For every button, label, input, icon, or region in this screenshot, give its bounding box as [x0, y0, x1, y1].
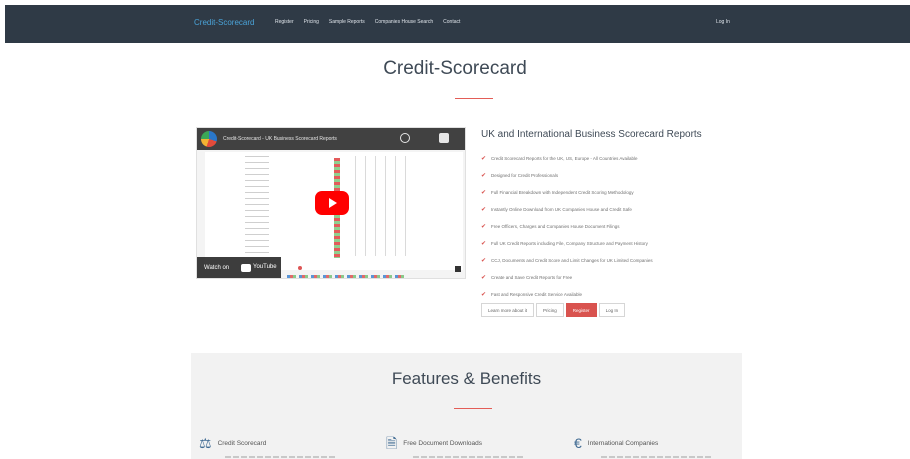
feature-text: Create and Save Credit Reports for Free: [491, 275, 573, 280]
list-item: ✔ CCJ, Documents and Credit Score and Lim…: [481, 252, 653, 269]
register-button[interactable]: Register: [565, 303, 597, 317]
feature-description-placeholder: [601, 456, 711, 458]
feature-text: CCJ, Documents and Credit Score and Limi…: [491, 258, 653, 263]
check-icon: ✔: [481, 189, 487, 196]
nav-link-sample-reports[interactable]: Sample Reports: [329, 19, 365, 25]
features-divider: [454, 408, 492, 409]
feature-list: ✔ Credit Scorecard Reports for the UK, US…: [481, 150, 653, 303]
features-panel: Features & Benefits ⚖ Credit Scorecard 🗎…: [191, 353, 742, 459]
nav-link-companies-house-search[interactable]: Companies House Search: [375, 19, 433, 25]
list-item: ✔ Fast and Responsive Credit Service Avai…: [481, 286, 653, 303]
youtube-play-box: [241, 264, 251, 272]
list-item: ✔ Free Officers, Charges and Companies Ho…: [481, 218, 653, 235]
feature-international-companies: € International Companies: [574, 436, 658, 450]
nav-link-register[interactable]: Register: [275, 19, 294, 25]
brand-link[interactable]: Credit-Scorecard: [194, 18, 254, 27]
reports-heading: UK and International Business Scorecard …: [481, 129, 702, 140]
nav-link-pricing[interactable]: Pricing: [304, 19, 319, 25]
video-embed[interactable]: Credit-Scorecard - UK Business Scorecard…: [196, 127, 466, 279]
login-button[interactable]: Log In: [598, 303, 626, 317]
action-buttons: Learn more about it Pricing Register Log…: [481, 303, 627, 317]
thumbnail-square: [455, 266, 461, 272]
watch-later-icon[interactable]: [400, 133, 410, 143]
scale-icon: ⚖: [199, 435, 212, 451]
youtube-wordmark: YouTube: [253, 264, 277, 270]
page-title: Credit-Scorecard: [383, 58, 527, 79]
check-icon: ✔: [481, 291, 487, 298]
feature-label: Free Document Downloads: [403, 439, 483, 447]
check-icon: ✔: [481, 240, 487, 247]
feature-label: Credit Scorecard: [217, 439, 267, 447]
feature-label: International Companies: [587, 439, 659, 447]
pricing-button[interactable]: Pricing: [536, 303, 564, 317]
list-item: ✔ Create and Save Credit Reports for Free: [481, 269, 653, 286]
feature-text: Free Officers, Charges and Companies Hou…: [491, 224, 620, 229]
share-icon[interactable]: [439, 133, 449, 143]
check-icon: ✔: [481, 206, 487, 213]
feature-credit-scorecard: ⚖ Credit Scorecard: [199, 436, 266, 450]
play-button[interactable]: [315, 191, 349, 215]
top-navbar: Credit-Scorecard Register Pricing Sample…: [5, 5, 910, 43]
document-icon: 🗎: [386, 435, 398, 451]
feature-free-documents: 🗎 Free Document Downloads: [386, 436, 482, 450]
feature-description-placeholder: [225, 456, 335, 458]
watch-on-youtube-button[interactable]: Watch on YouTube: [197, 257, 281, 278]
features-title: Features & Benefits: [391, 369, 542, 388]
play-icon: [329, 198, 337, 208]
learn-more-button[interactable]: Learn more about it: [481, 303, 535, 317]
euro-icon: €: [574, 435, 582, 451]
thumbnail-text-lines: [245, 156, 269, 256]
list-item: ✔ Full Financial Breakdown with Independe…: [481, 184, 653, 201]
feature-text: Credit Scorecard Reports for the UK, US,…: [491, 156, 638, 161]
nav-link-contact[interactable]: Contact: [443, 19, 460, 25]
check-icon: ✔: [481, 274, 487, 281]
feature-description-placeholder: [413, 456, 523, 458]
list-item: ✔ Instantly Online Download from UK Compa…: [481, 201, 653, 218]
thumbnail-taskbar: [287, 275, 407, 278]
feature-text: Designed for Credit Professionals: [491, 173, 559, 178]
thumbnail-marker: [298, 266, 302, 270]
nav-login-link[interactable]: Log In: [716, 19, 730, 25]
check-icon: ✔: [481, 172, 487, 179]
video-header: Credit-Scorecard - UK Business Scorecard…: [197, 128, 465, 150]
feature-text: Fast and Responsive Credit Service Avail…: [491, 292, 582, 297]
feature-text: Instantly Online Download from UK Compan…: [491, 207, 632, 212]
title-divider: [455, 98, 493, 99]
check-icon: ✔: [481, 257, 487, 264]
list-item: ✔ Designed for Credit Professionals: [481, 167, 653, 184]
check-icon: ✔: [481, 155, 487, 162]
list-item: ✔ Credit Scorecard Reports for the UK, US…: [481, 150, 653, 167]
check-icon: ✔: [481, 223, 487, 230]
nav-links: Register Pricing Sample Reports Companie…: [275, 19, 460, 25]
feature-text: Full Financial Breakdown with Independen…: [491, 190, 634, 195]
thumbnail-grid: [355, 156, 415, 256]
channel-logo-icon[interactable]: [201, 131, 217, 147]
feature-text: Full UK Credit Reports including File, C…: [491, 241, 648, 246]
youtube-logo-icon: YouTube: [241, 263, 277, 273]
list-item: ✔ Full UK Credit Reports including File, …: [481, 235, 653, 252]
video-title[interactable]: Credit-Scorecard - UK Business Scorecard…: [223, 136, 337, 142]
watch-on-label: Watch on: [204, 265, 230, 271]
